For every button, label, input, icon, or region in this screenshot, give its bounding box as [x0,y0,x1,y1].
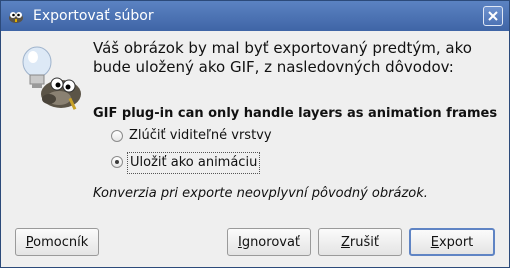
close-icon [488,11,498,21]
plugin-message: GIF plug-in can only handle layers as an… [93,106,498,121]
ignore-label: gnorovať [241,234,301,250]
help-label: omocník [33,234,89,250]
radio-label: Uložiť ako animáciu [127,152,261,174]
export-button[interactable]: Export [409,228,495,256]
export-mnemonic: E [430,234,439,250]
ignore-button[interactable]: Ignorovať [227,228,311,256]
close-button[interactable] [483,6,503,26]
radio-button[interactable] [111,156,123,168]
export-dialog: Exportovať súbor Váš obrázok by mal byť … [0,0,510,268]
titlebar[interactable]: Exportovať súbor [1,1,509,31]
radio-button[interactable] [111,130,123,142]
cancel-mnemonic: Z [341,234,350,250]
export-label: xport [438,234,474,250]
radio-label: Zlúčiť viditeľné vrstvy [129,128,272,143]
export-message: Váš obrázok by mal byť exportovaný predt… [93,39,472,76]
gimp-wilber-lightbulb-icon [15,44,85,114]
cancel-button[interactable]: Zrušiť [318,228,402,256]
cancel-label: rušiť [349,234,379,250]
dialog-content: Váš obrázok by mal byť exportovaný predt… [1,32,509,267]
gimp-icon[interactable] [7,7,25,25]
window-title: Exportovať súbor [33,8,154,24]
help-button[interactable]: Pomocník [15,228,99,256]
conversion-note: Konverzia pri exporte neovplyvní pôvodný… [93,186,428,201]
